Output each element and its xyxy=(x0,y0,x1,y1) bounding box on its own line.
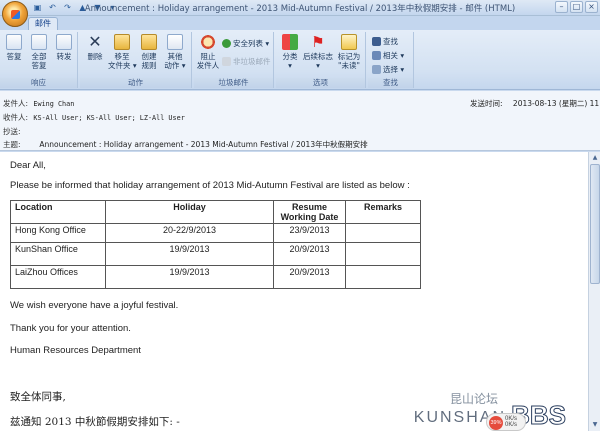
zh-intro: 兹通知 2013 中秋節假期安排如下: - xyxy=(10,416,180,428)
binoculars-icon xyxy=(372,37,381,46)
forward-button[interactable]: 转发 xyxy=(54,34,74,61)
safe-list-icon xyxy=(222,39,231,48)
office-logo-icon xyxy=(11,10,20,19)
col-remarks: Remarks xyxy=(345,200,421,224)
speed-text: 0K/s 0K/s xyxy=(505,416,518,428)
subject-row: 主题: Announcement : Holiday arrangement -… xyxy=(3,140,368,149)
other-actions-button[interactable]: 其他 动作 ▾ xyxy=(162,34,188,70)
reply-all-icon xyxy=(31,34,47,50)
scroll-down-icon[interactable]: ▼ xyxy=(590,420,600,430)
group-label-find: 查找 xyxy=(368,78,413,88)
ribbon: 答复 全部 答复 转发 响应 ✕ 删除 移至 文件夹 ▾ 创建 规则 其他 动作… xyxy=(0,30,600,90)
reply-button[interactable]: 答复 xyxy=(4,34,24,61)
group-label-respond: 响应 xyxy=(0,78,77,88)
create-rule-button[interactable]: 创建 规则 xyxy=(138,34,160,70)
vertical-scrollbar[interactable]: ▲ ▼ xyxy=(588,152,600,431)
delete-button[interactable]: ✕ 删除 xyxy=(84,32,106,62)
title-bar: ▣ ↶ ↷ ▲ ▼ ▾ Announcement : Holiday arran… xyxy=(0,0,600,16)
move-folder-icon xyxy=(114,34,130,50)
mark-unread-icon xyxy=(341,34,357,50)
group-actions: ✕ 删除 移至 文件夹 ▾ 创建 规则 其他 动作 ▾ 动作 xyxy=(80,32,192,88)
tab-message[interactable]: 邮件 xyxy=(28,17,58,30)
to-value[interactable]: KS-All User; KS-All User; LZ-All User xyxy=(33,114,184,122)
close-button[interactable]: × xyxy=(585,1,598,13)
scroll-thumb[interactable] xyxy=(590,164,600,284)
signature-text: Human Resources Department xyxy=(10,345,141,356)
sent-value: 2013-08-13 (星期二) 11:38 xyxy=(512,99,600,108)
cc-row: 抄送: xyxy=(3,127,21,136)
message-body: Dear All, Please be informed that holida… xyxy=(0,152,588,431)
thanks-text: Thank you for your attention. xyxy=(10,323,131,334)
related-icon xyxy=(372,51,381,60)
col-holiday: Holiday xyxy=(105,200,274,224)
follow-up-button[interactable]: ⚑ 后续标志 ▾ xyxy=(303,34,333,70)
create-rule-icon xyxy=(141,34,157,50)
not-junk-button[interactable]: 非垃圾邮件 xyxy=(222,56,271,67)
greeting: Dear All, xyxy=(10,160,46,171)
speed-badge: 39% 0K/s 0K/s xyxy=(486,413,526,431)
reply-all-button[interactable]: 全部 答复 xyxy=(28,34,50,70)
intro-text: Please be informed that holiday arrangem… xyxy=(10,180,410,191)
select-icon xyxy=(372,65,381,74)
maximize-button[interactable]: □ xyxy=(570,1,583,13)
group-respond: 答复 全部 答复 转发 响应 xyxy=(0,32,78,88)
table-header-row: Location Holiday Resume Working Date Rem… xyxy=(10,200,421,224)
categorize-icon xyxy=(282,34,298,50)
forward-icon xyxy=(56,34,72,50)
related-button[interactable]: 相关 ▾ xyxy=(372,50,404,61)
office-button[interactable] xyxy=(2,1,28,27)
table-row: LaiZhou Offices 19/9/2013 20/9/2013 xyxy=(10,265,421,289)
wish-text: We wish everyone have a joyful festival. xyxy=(10,300,179,311)
zh-greeting: 致全体同事, xyxy=(10,391,66,403)
sent-row: 发送时间: 2013-08-13 (星期二) 11:38 xyxy=(470,98,600,109)
holiday-table: Location Holiday Resume Working Date Rem… xyxy=(10,200,421,289)
from-value[interactable]: Ewing Chan xyxy=(33,100,74,108)
table-row: Hong Kong Office 20-22/9/2013 23/9/2013 xyxy=(10,223,421,243)
find-button[interactable]: 查找 xyxy=(372,36,398,47)
move-to-folder-button[interactable]: 移至 文件夹 ▾ xyxy=(108,34,137,70)
safe-list-button[interactable]: 安全列表 ▾ xyxy=(222,38,269,49)
group-find: 查找 相关 ▾ 选择 ▾ 查找 xyxy=(368,32,414,88)
watermark-cn: 昆山论坛 xyxy=(449,392,498,406)
group-junk: 阻止 发件人 安全列表 ▾ 非垃圾邮件 垃圾邮件 xyxy=(194,32,274,88)
block-sender-icon xyxy=(200,34,216,50)
reply-icon xyxy=(6,34,22,50)
minimize-button[interactable]: – xyxy=(555,1,568,13)
other-actions-icon xyxy=(167,34,183,50)
col-location: Location xyxy=(10,200,106,224)
not-junk-icon xyxy=(222,57,231,66)
message-header: 发件人: Ewing Chan 收件人: KS-All User; KS-All… xyxy=(0,91,600,151)
ribbon-tab-row: 邮件 xyxy=(0,16,600,30)
table-row: KunShan Office 19/9/2013 20/9/2013 xyxy=(10,242,421,266)
group-label-options: 选项 xyxy=(276,78,365,88)
group-label-actions: 动作 xyxy=(80,78,191,88)
window-title: Announcement : Holiday arrangement - 201… xyxy=(84,4,516,14)
subject-value: Announcement : Holiday arrangement - 201… xyxy=(39,140,368,149)
from-row: 发件人: Ewing Chan xyxy=(3,99,75,108)
categorize-button[interactable]: 分类 ▾ xyxy=(279,34,301,70)
to-row: 收件人: KS-All User; KS-All User; LZ-All Us… xyxy=(3,113,185,122)
select-button[interactable]: 选择 ▾ xyxy=(372,64,404,75)
scroll-up-icon[interactable]: ▲ xyxy=(590,153,600,163)
block-sender-button[interactable]: 阻止 发件人 xyxy=(196,34,220,70)
mark-unread-button[interactable]: 标记为 "未读" xyxy=(335,34,363,70)
col-resume: Resume Working Date xyxy=(273,200,346,224)
follow-up-flag-icon: ⚑ xyxy=(311,33,325,51)
group-options: 分类 ▾ ⚑ 后续标志 ▾ 标记为 "未读" 选项 xyxy=(276,32,366,88)
delete-icon: ✕ xyxy=(88,32,102,51)
group-label-junk: 垃圾邮件 xyxy=(194,78,273,88)
percent-circle: 39% xyxy=(489,416,503,430)
